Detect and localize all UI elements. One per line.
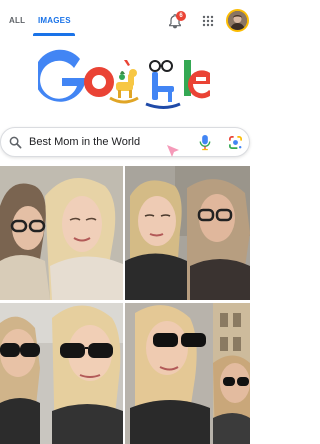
apps-grid-icon[interactable]	[202, 15, 214, 27]
account-avatar[interactable]	[226, 9, 249, 32]
search-input[interactable]: Best Mom in the World	[29, 136, 140, 148]
image-result[interactable]	[125, 166, 250, 300]
search-icon	[9, 136, 22, 149]
image-result[interactable]	[125, 303, 250, 444]
tab-all[interactable]: ALL	[9, 16, 25, 25]
search-bar[interactable]: Best Mom in the World	[0, 127, 250, 157]
active-tab-indicator	[33, 33, 75, 36]
top-nav: ALL IMAGES 6	[0, 0, 250, 40]
google-doodle[interactable]	[38, 44, 210, 120]
doodle-rocking-chair	[145, 60, 181, 109]
google-lens-icon[interactable]	[228, 135, 243, 150]
doodle-rocking-horse	[109, 60, 139, 104]
image-result[interactable]	[0, 166, 123, 300]
tab-images[interactable]: IMAGES	[38, 16, 71, 25]
pointer-cursor-icon	[167, 145, 179, 157]
image-results-grid	[0, 166, 250, 444]
image-result[interactable]	[0, 303, 123, 444]
notification-badge: 6	[176, 11, 186, 21]
microphone-icon[interactable]	[199, 134, 211, 151]
